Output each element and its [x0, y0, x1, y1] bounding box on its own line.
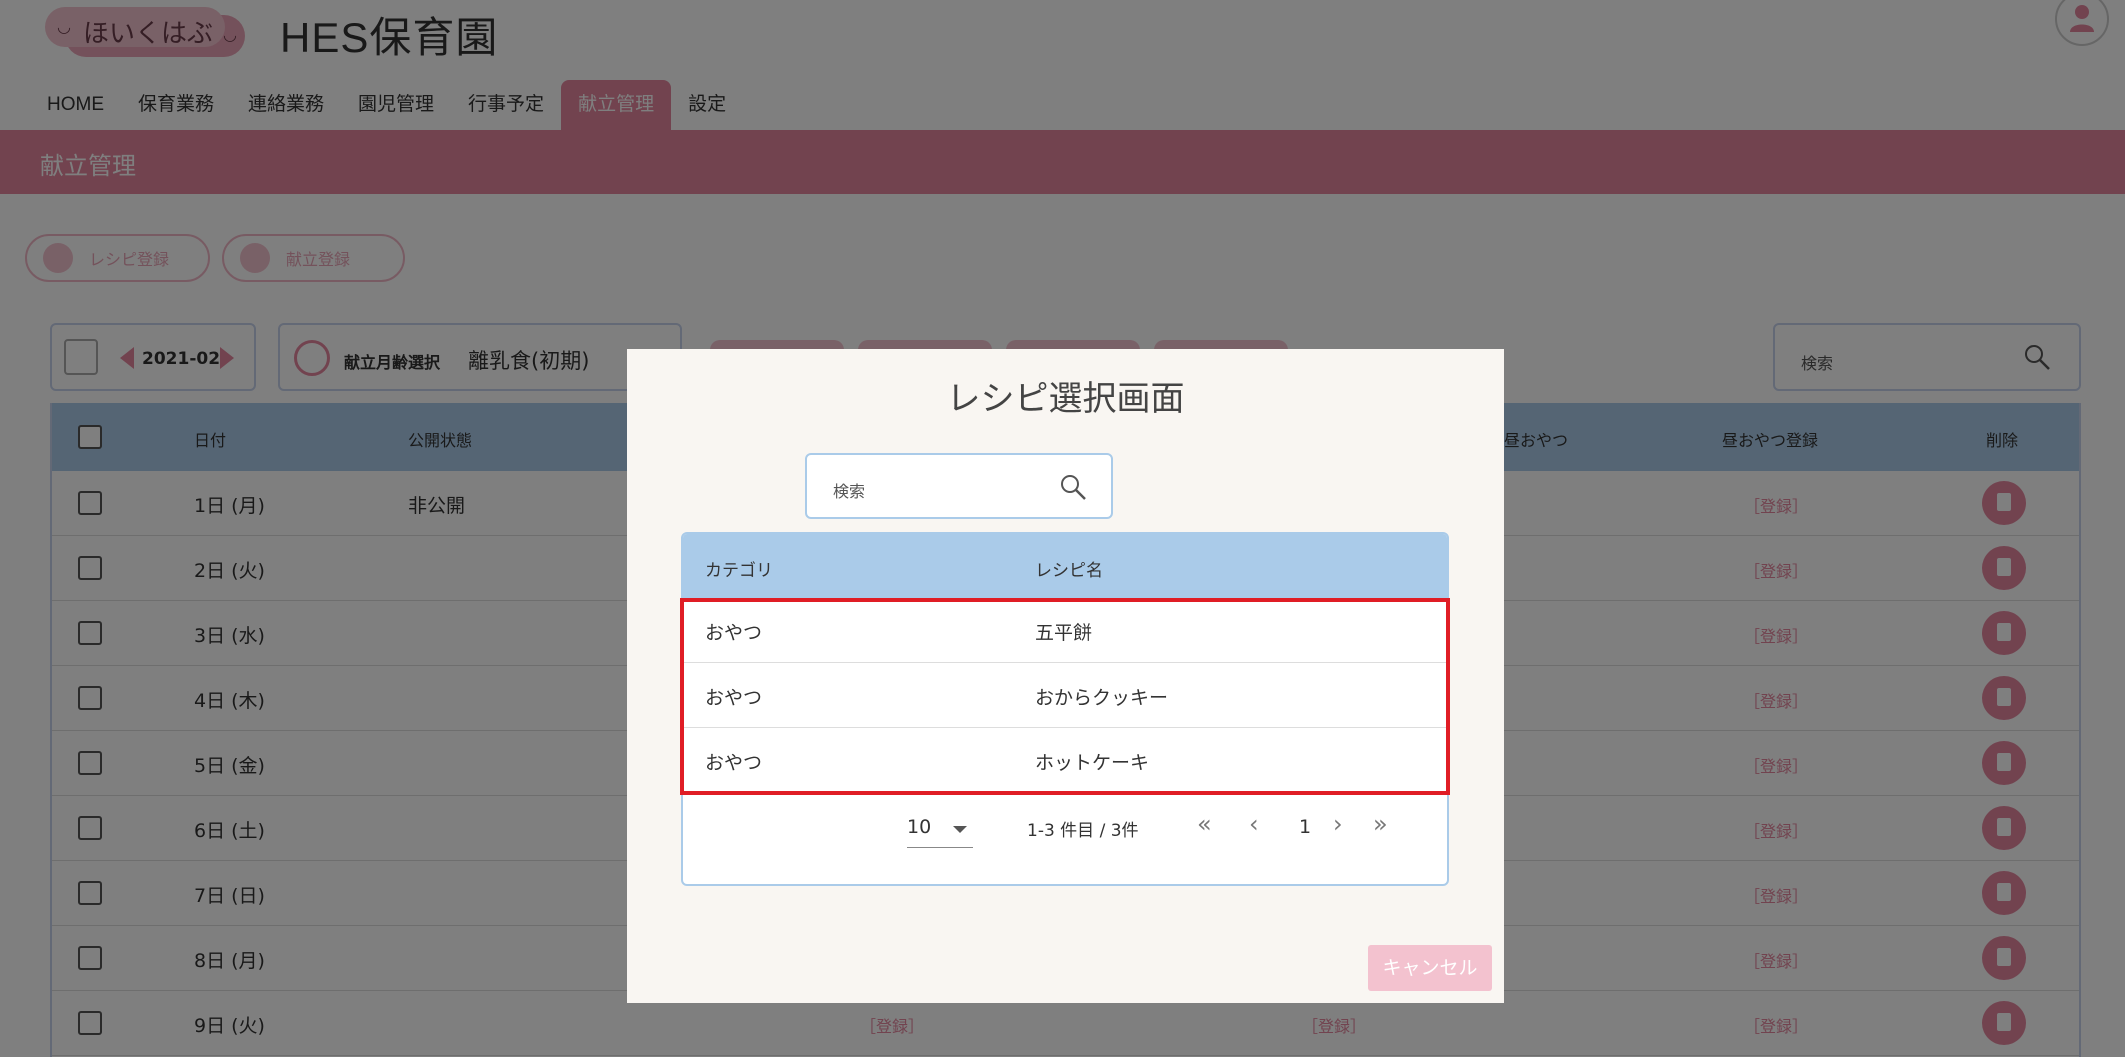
category-header: カテゴリ: [705, 561, 773, 581]
modal-title: レシピ選択画面: [946, 380, 1185, 418]
cancel-button[interactable]: キャンセル: [1368, 945, 1492, 991]
per-page-value: 10: [907, 816, 932, 838]
prev-page-icon[interactable]: ‹: [1249, 810, 1259, 838]
recipe-name-header: レシピ名: [1035, 561, 1103, 581]
highlight-box: [680, 598, 1450, 795]
chevron-down-icon: [953, 826, 967, 833]
last-page-icon[interactable]: »: [1373, 810, 1388, 838]
next-page-icon[interactable]: ›: [1333, 810, 1343, 838]
pagination: 10 1-3 件目 / 3件 « ‹ 1 › »: [683, 796, 1447, 856]
per-page-select[interactable]: 10: [907, 814, 973, 848]
recipe-table-header: カテゴリ レシピ名: [683, 534, 1447, 598]
search-icon[interactable]: [1059, 473, 1087, 501]
recipe-search-input[interactable]: 検索: [805, 453, 1113, 519]
pagination-range: 1-3 件目 / 3件: [1027, 821, 1139, 841]
recipe-select-modal: レシピ選択画面 検索 カテゴリ レシピ名 おやつ 五平餅 おやつ おからクッキー…: [627, 349, 1504, 1003]
current-page[interactable]: 1: [1299, 816, 1311, 838]
recipe-search-placeholder: 検索: [833, 482, 866, 501]
first-page-icon[interactable]: «: [1197, 810, 1212, 838]
